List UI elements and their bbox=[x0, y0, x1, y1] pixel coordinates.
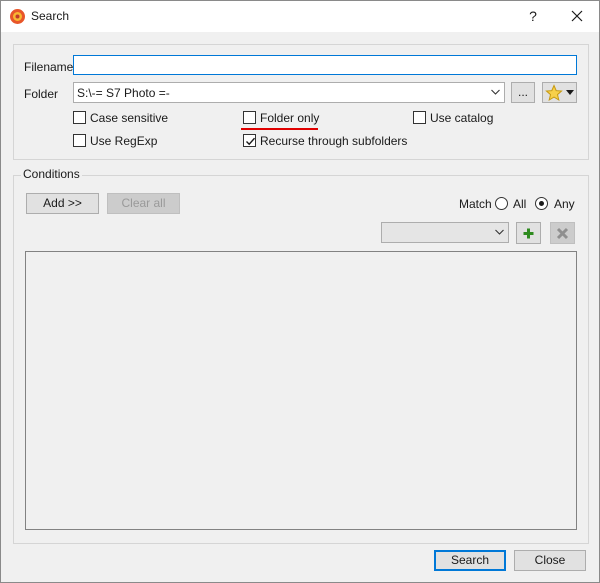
recurse-subfolders-label[interactable]: Recurse through subfolders bbox=[260, 134, 407, 148]
close-button[interactable]: Close bbox=[514, 550, 586, 571]
add-rule-button[interactable] bbox=[516, 222, 541, 244]
condition-type-select[interactable] bbox=[381, 222, 509, 243]
favorites-button[interactable] bbox=[542, 82, 577, 103]
clear-all-button[interactable]: Clear all bbox=[107, 193, 180, 214]
app-flower-icon bbox=[10, 9, 25, 24]
folder-value: S:\-= S7 Photo =- bbox=[77, 86, 170, 100]
title-bar: Search ? bbox=[1, 1, 599, 32]
folder-only-label[interactable]: Folder only bbox=[260, 111, 319, 125]
use-regexp-checkbox[interactable] bbox=[73, 134, 86, 147]
recurse-subfolders-checkbox[interactable] bbox=[243, 134, 256, 147]
checkmark-icon bbox=[246, 137, 256, 146]
add-condition-button[interactable]: Add >> bbox=[26, 193, 99, 214]
match-label: Match bbox=[459, 197, 492, 211]
caret-down-icon bbox=[566, 90, 574, 95]
remove-rule-button[interactable] bbox=[550, 222, 575, 244]
match-any-label[interactable]: Any bbox=[554, 197, 575, 211]
use-catalog-checkbox[interactable] bbox=[413, 111, 426, 124]
use-catalog-label[interactable]: Use catalog bbox=[430, 111, 493, 125]
chevron-down-icon bbox=[495, 229, 504, 235]
match-all-label[interactable]: All bbox=[513, 197, 526, 211]
conditions-list[interactable] bbox=[25, 251, 577, 530]
plus-icon bbox=[523, 228, 534, 239]
match-all-radio[interactable] bbox=[495, 197, 508, 210]
folder-label: Folder bbox=[24, 87, 59, 101]
browse-folder-button[interactable]: ... bbox=[511, 82, 535, 103]
close-icon bbox=[571, 10, 583, 22]
help-button[interactable]: ? bbox=[523, 6, 543, 26]
case-sensitive-label[interactable]: Case sensitive bbox=[90, 111, 168, 125]
close-window-button[interactable] bbox=[567, 6, 587, 26]
conditions-group-label: Conditions bbox=[21, 167, 82, 181]
filename-label: Filename bbox=[24, 60, 74, 74]
search-button[interactable]: Search bbox=[434, 550, 506, 571]
red-underline-annotation bbox=[241, 128, 318, 130]
case-sensitive-checkbox[interactable] bbox=[73, 111, 86, 124]
folder-select[interactable]: S:\-= S7 Photo =- bbox=[73, 82, 505, 103]
window-title: Search bbox=[31, 9, 70, 23]
folder-only-checkbox[interactable] bbox=[243, 111, 256, 124]
radio-selected-dot bbox=[539, 201, 544, 206]
star-icon bbox=[545, 84, 563, 102]
use-regexp-label[interactable]: Use RegExp bbox=[90, 134, 157, 148]
filename-input[interactable] bbox=[73, 55, 577, 75]
delete-x-icon bbox=[556, 227, 569, 240]
chevron-down-icon bbox=[491, 89, 500, 95]
match-any-radio[interactable] bbox=[535, 197, 548, 210]
search-dialog: Search ? Filename Folder S:\-= S7 Photo … bbox=[0, 0, 600, 583]
